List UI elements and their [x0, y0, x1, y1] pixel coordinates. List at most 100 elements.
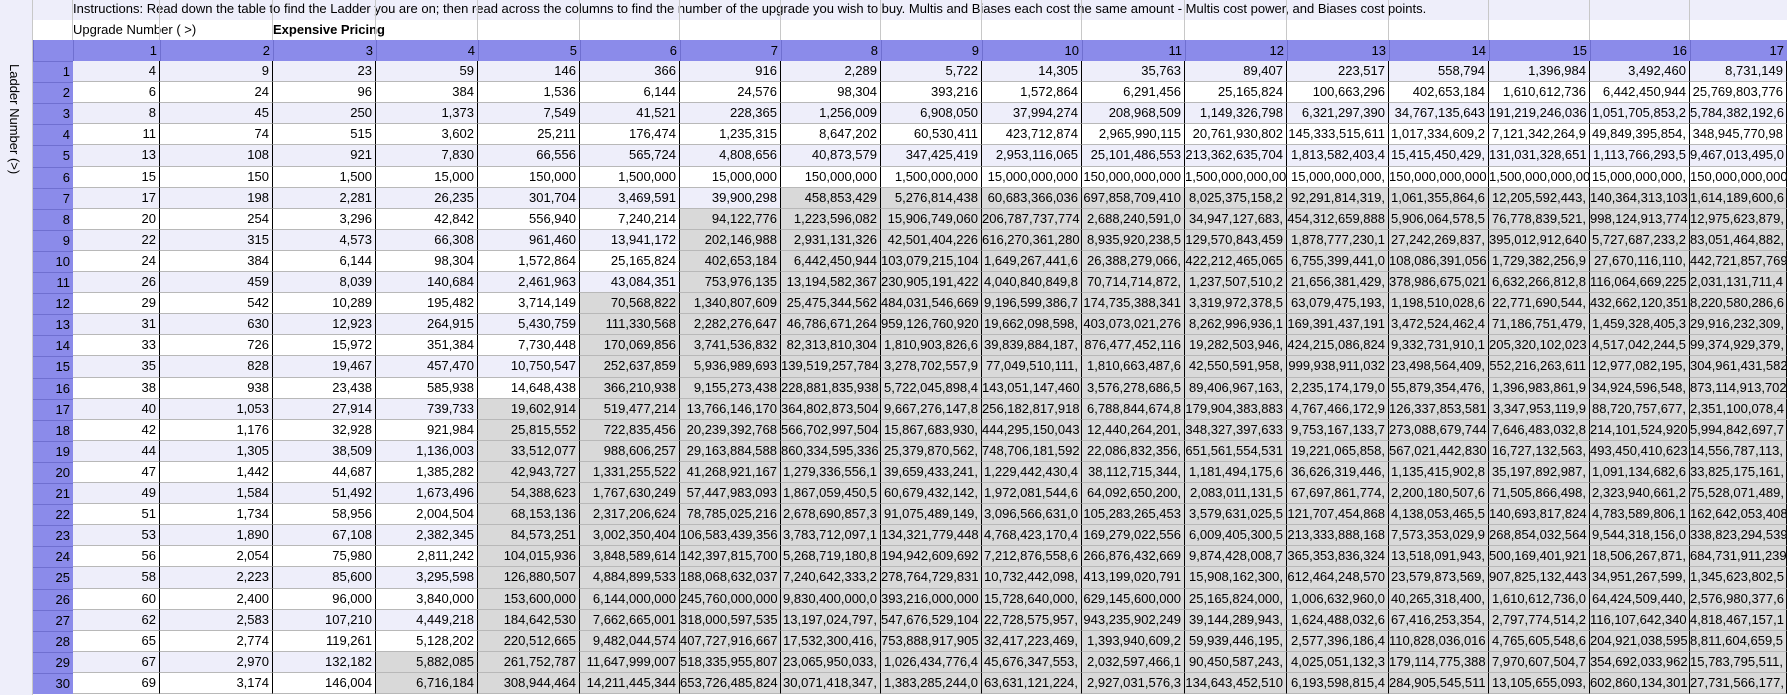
cell[interactable]: 12,923: [273, 314, 376, 335]
cell[interactable]: 59: [376, 61, 478, 82]
row-header-29[interactable]: 29: [33, 652, 73, 673]
cell[interactable]: 3,602: [376, 124, 478, 145]
cell[interactable]: 6,908,050: [881, 103, 982, 124]
cell[interactable]: 44: [73, 441, 160, 462]
cell[interactable]: 208,968,509: [1082, 103, 1185, 124]
cell[interactable]: 228,365: [680, 103, 781, 124]
cell[interactable]: 198: [160, 188, 273, 209]
cell[interactable]: 119,261: [273, 631, 376, 652]
cell[interactable]: 9,155,273,438: [680, 378, 781, 399]
cell[interactable]: 653,726,485,824: [680, 673, 781, 694]
cell[interactable]: 5,994,842,697,7: [1690, 420, 1787, 441]
cell[interactable]: 2,083,011,131,5: [1185, 483, 1287, 504]
row-header-21[interactable]: 21: [33, 483, 73, 504]
cell[interactable]: 67,416,253,354,: [1389, 610, 1489, 631]
cell[interactable]: 500,169,401,921: [1489, 546, 1590, 567]
row-header-16[interactable]: 16: [33, 378, 73, 399]
cell[interactable]: 206,787,737,774: [982, 209, 1082, 230]
cell[interactable]: 722,835,456: [580, 420, 680, 441]
cell[interactable]: 2,811,242: [376, 546, 478, 567]
cell[interactable]: 37,994,274: [982, 103, 1082, 124]
cell[interactable]: 6,144: [580, 82, 680, 103]
cell[interactable]: 2,400: [160, 589, 273, 610]
cell[interactable]: 56: [73, 546, 160, 567]
cell[interactable]: 1,610,612,736,0: [1489, 589, 1590, 610]
cell[interactable]: 424,215,086,824: [1287, 335, 1389, 356]
cell[interactable]: 98,304: [781, 82, 881, 103]
cell[interactable]: 9,467,013,495,0: [1690, 145, 1787, 167]
cell[interactable]: 256,182,817,918: [982, 399, 1082, 420]
cell[interactable]: 34,947,127,683,: [1185, 209, 1287, 230]
cell[interactable]: 169,279,022,556: [1082, 525, 1185, 546]
cell[interactable]: 515: [273, 124, 376, 145]
cell[interactable]: 20: [73, 209, 160, 230]
cell[interactable]: 3,295,598: [376, 567, 478, 589]
cell[interactable]: 38: [73, 378, 160, 399]
column-header-3[interactable]: 3: [273, 40, 376, 61]
cell[interactable]: 68,153,136: [478, 504, 580, 525]
cell[interactable]: 104,015,936: [478, 546, 580, 567]
cell[interactable]: 42,943,727: [478, 462, 580, 483]
cell[interactable]: 3,714,149: [478, 293, 580, 314]
cell[interactable]: 5,906,064,578,5: [1389, 209, 1489, 230]
cell[interactable]: 162,642,053,408: [1690, 504, 1787, 525]
cell[interactable]: 9: [160, 61, 273, 82]
cell[interactable]: 1,500,000,000: [881, 167, 982, 188]
cell[interactable]: 100,663,296: [1287, 82, 1389, 103]
cell[interactable]: 6,144,000,000: [580, 589, 680, 610]
cell[interactable]: 46,786,671,264: [781, 314, 881, 335]
cell[interactable]: 6,442,450,944: [1590, 82, 1690, 103]
cell[interactable]: 916: [680, 61, 781, 82]
column-header-13[interactable]: 13: [1287, 40, 1389, 61]
cell[interactable]: 697,858,709,410: [1082, 188, 1185, 209]
cell[interactable]: 9,874,428,008,7: [1185, 546, 1287, 567]
cell[interactable]: 4,138,053,465,5: [1389, 504, 1489, 525]
cell[interactable]: 35: [73, 356, 160, 378]
cell[interactable]: 194,942,609,692: [881, 546, 982, 567]
cell[interactable]: 1,091,134,682,6: [1590, 462, 1690, 483]
cell[interactable]: 12,205,592,443,: [1489, 188, 1590, 209]
cell[interactable]: 110,828,036,016: [1389, 631, 1489, 652]
cell[interactable]: 27,670,116,110,: [1590, 251, 1690, 272]
row-header-3[interactable]: 3: [33, 103, 73, 124]
cell[interactable]: 5,722: [881, 61, 982, 82]
cell[interactable]: 1,305: [160, 441, 273, 462]
cell[interactable]: 25,165,824: [1185, 82, 1287, 103]
cell[interactable]: 29: [73, 293, 160, 314]
cell[interactable]: 348,327,397,633: [1185, 420, 1287, 441]
cell[interactable]: 13,941,172: [580, 230, 680, 251]
cell[interactable]: 2,931,131,326: [781, 230, 881, 251]
cell[interactable]: 15,906,749,060: [881, 209, 982, 230]
cell[interactable]: 39,659,433,241,: [881, 462, 982, 483]
cell[interactable]: 493,450,410,623: [1590, 441, 1690, 462]
row-header-17[interactable]: 17: [33, 399, 73, 420]
cell[interactable]: 22,086,832,356,: [1082, 441, 1185, 462]
cell[interactable]: 3,848,589,614: [580, 546, 680, 567]
cell[interactable]: 69: [73, 673, 160, 694]
cell[interactable]: 75,528,071,489,: [1690, 483, 1787, 504]
cell[interactable]: 1,149,326,798: [1185, 103, 1287, 124]
cell[interactable]: 748,706,181,592: [982, 441, 1082, 462]
cell[interactable]: 33,825,175,161,: [1690, 462, 1787, 483]
cell[interactable]: 41,521: [580, 103, 680, 124]
cell[interactable]: 1,572,864: [478, 251, 580, 272]
cell[interactable]: 34,951,267,599,: [1590, 567, 1690, 589]
cell[interactable]: 5,936,989,693: [680, 356, 781, 378]
cell[interactable]: 53: [73, 525, 160, 546]
cell[interactable]: 15: [73, 167, 160, 188]
cell[interactable]: 42,550,591,958,: [1185, 356, 1287, 378]
column-header-16[interactable]: 16: [1590, 40, 1690, 61]
cell[interactable]: 308,944,464: [478, 673, 580, 694]
cell[interactable]: 26,235: [376, 188, 478, 209]
cell[interactable]: 999,938,911,032: [1287, 356, 1389, 378]
cell[interactable]: 959,126,760,920: [881, 314, 982, 335]
cell[interactable]: 18,506,267,871,: [1590, 546, 1690, 567]
cell[interactable]: 1,176: [160, 420, 273, 441]
cell[interactable]: 30,071,418,347,: [781, 673, 881, 694]
cell[interactable]: 14,305: [982, 61, 1082, 82]
cell[interactable]: 6,009,405,300,5: [1185, 525, 1287, 546]
cell[interactable]: 59,939,446,195,: [1185, 631, 1287, 652]
cell[interactable]: 43,084,351: [580, 272, 680, 293]
cell[interactable]: 2,583: [160, 610, 273, 631]
cell[interactable]: 1,026,434,776,4: [881, 652, 982, 673]
